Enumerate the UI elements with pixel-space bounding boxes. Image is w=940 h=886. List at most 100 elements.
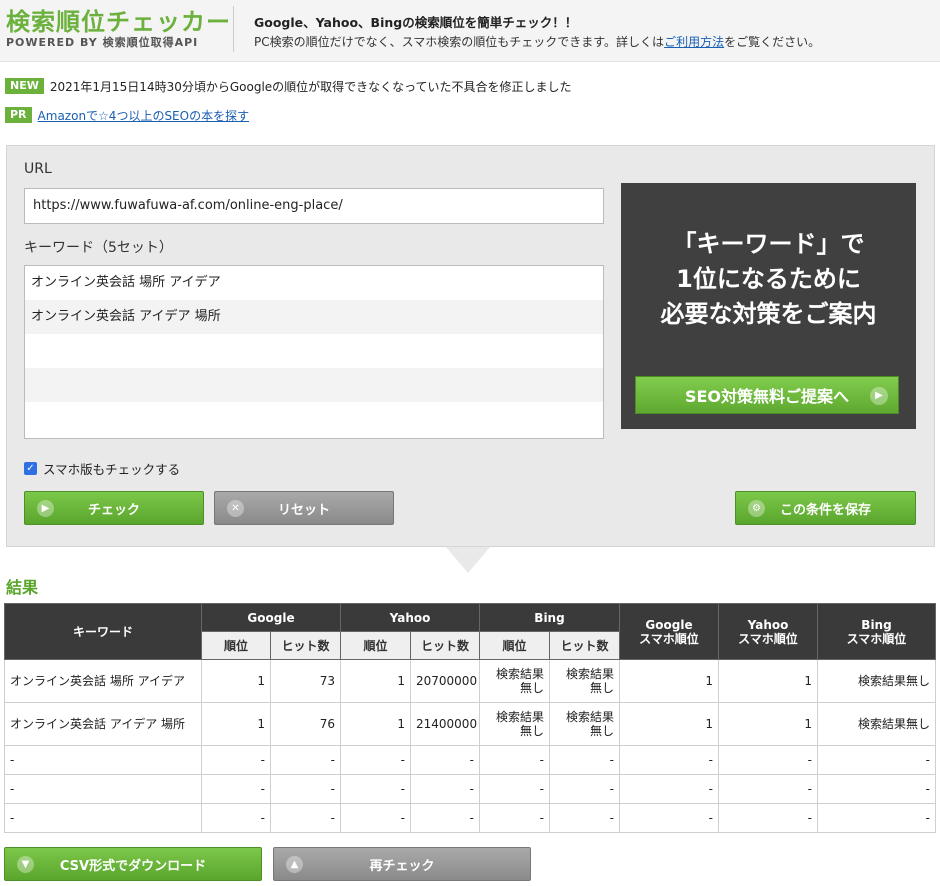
keyword-line bbox=[25, 368, 603, 402]
mobile-checkbox[interactable]: ✓ bbox=[24, 462, 37, 475]
cell-bing-mobile: - bbox=[817, 774, 936, 804]
cell-yahoo-hits: 20700000 bbox=[410, 659, 480, 703]
seo-ad-banner[interactable]: 「キーワード」で 1位になるために 必要な対策をご案内 SEO対策無料ご提案へ … bbox=[621, 183, 916, 429]
save-conditions-button[interactable]: ⚙ この条件を保存 bbox=[735, 491, 916, 525]
cell-google-rank: - bbox=[201, 745, 271, 775]
cell-yahoo-rank: - bbox=[340, 774, 411, 804]
check-form-panel: URL https://www.fuwafuwa-af.com/online-e… bbox=[6, 145, 935, 547]
cell-bing-mobile: 検索結果無し bbox=[817, 659, 936, 703]
col-header-bing: Bing bbox=[479, 603, 620, 632]
cell-yahoo-mobile: 1 bbox=[718, 659, 818, 703]
check-button-label: チェック bbox=[87, 502, 140, 518]
url-input[interactable]: https://www.fuwafuwa-af.com/online-eng-p… bbox=[24, 188, 604, 224]
cell-google-mobile: - bbox=[619, 803, 719, 833]
col-header-google-hits: ヒット数 bbox=[270, 631, 341, 660]
tagline-secondary: PC検索の順位だけでなく、スマホ検索の順位もチェックできます。詳しくはご利用方法… bbox=[254, 33, 820, 50]
col-header-text: Bing bbox=[861, 617, 892, 632]
cell-google-hits: - bbox=[270, 745, 341, 775]
cell-google-mobile: - bbox=[619, 774, 719, 804]
notice-new: NEW 2021年1月15日14時30分頃からGoogleの順位が取得できなくな… bbox=[5, 77, 572, 95]
col-header-yahoo-rank: 順位 bbox=[340, 631, 411, 660]
chevron-right-icon: ▶ bbox=[870, 387, 888, 405]
reset-button[interactable]: ✕ リセット bbox=[214, 491, 394, 525]
tagline-secondary-prefix: PC検索の順位だけでなく、スマホ検索の順位もチェックできます。詳しくは bbox=[254, 35, 665, 49]
seo-proposal-button-label: SEO対策無料ご提案へ bbox=[684, 387, 850, 406]
cell-yahoo-hits: - bbox=[410, 774, 480, 804]
tagline-secondary-suffix: をご覧ください。 bbox=[724, 35, 821, 49]
cell-google-mobile: - bbox=[619, 745, 719, 775]
gear-icon: ⚙ bbox=[748, 500, 765, 517]
col-header-text: スマホ順位 bbox=[738, 631, 798, 646]
cell-google-rank: - bbox=[201, 803, 271, 833]
cell-yahoo-hits: 21400000 bbox=[410, 702, 480, 746]
table-row: - - - - - - - - - - bbox=[4, 774, 936, 804]
cell-bing-rank: - bbox=[479, 745, 550, 775]
cell-keyword: オンライン英会話 アイデア 場所 bbox=[4, 702, 202, 746]
keyword-textarea[interactable]: オンライン英会話 場所 アイデア オンライン英会話 アイデア 場所 bbox=[24, 265, 604, 439]
mobile-check-label: スマホ版もチェックする bbox=[43, 462, 181, 477]
ad-headline: 「キーワード」で 1位になるために 必要な対策をご案内 bbox=[621, 227, 916, 332]
col-header-google-rank: 順位 bbox=[201, 631, 271, 660]
table-row: - - - - - - - - - - bbox=[4, 745, 936, 775]
table-row: - - - - - - - - - - bbox=[4, 803, 936, 833]
cell-google-hits: - bbox=[270, 803, 341, 833]
cell-bing-hits: - bbox=[549, 745, 620, 775]
cell-keyword: - bbox=[4, 803, 202, 833]
mobile-check-option[interactable]: ✓ スマホ版もチェックする bbox=[24, 459, 180, 478]
table-row: オンライン英会話 場所 アイデア 1 73 1 20700000 検索結果無し … bbox=[4, 659, 936, 703]
usage-guide-link[interactable]: ご利用方法 bbox=[664, 35, 724, 49]
cell-google-mobile: 1 bbox=[619, 659, 719, 703]
download-icon: ▼ bbox=[17, 856, 34, 873]
cell-bing-rank: 検索結果無し bbox=[479, 659, 550, 703]
cell-yahoo-mobile: - bbox=[718, 745, 818, 775]
site-logo-subtitle: POWERED BY 検索順位取得API bbox=[6, 36, 199, 49]
recheck-button[interactable]: ▲ 再チェック bbox=[273, 847, 531, 881]
site-logo[interactable]: 検索順位チェッカー bbox=[6, 2, 231, 37]
cell-google-hits: - bbox=[270, 774, 341, 804]
cell-bing-mobile: 検索結果無し bbox=[817, 702, 936, 746]
csv-download-button[interactable]: ▼ CSV形式でダウンロード bbox=[4, 847, 262, 881]
tagline-primary: Google、Yahoo、Bingの検索順位を簡単チェック！！ bbox=[254, 15, 578, 30]
cell-google-rank: 1 bbox=[201, 702, 271, 746]
ad-line: 必要な対策をご案内 bbox=[660, 300, 877, 328]
cell-yahoo-mobile: 1 bbox=[718, 702, 818, 746]
upload-icon: ▲ bbox=[286, 856, 303, 873]
ad-line: 「キーワード」で bbox=[672, 230, 865, 258]
cell-bing-mobile: - bbox=[817, 745, 936, 775]
pr-badge: PR bbox=[5, 107, 32, 123]
cell-bing-hits: 検索結果無し bbox=[549, 659, 620, 703]
cell-bing-hits: - bbox=[549, 803, 620, 833]
reset-button-label: リセット bbox=[277, 502, 330, 518]
notice-new-text: 2021年1月15日14時30分頃からGoogleの順位が取得できなくなっていた… bbox=[49, 79, 572, 94]
cell-bing-rank: - bbox=[479, 803, 550, 833]
cell-bing-rank: - bbox=[479, 774, 550, 804]
keyword-line bbox=[25, 402, 603, 436]
col-header-text: スマホ順位 bbox=[639, 631, 699, 646]
keyword-line: オンライン英会話 場所 アイデア bbox=[31, 275, 221, 290]
cell-google-mobile: 1 bbox=[619, 702, 719, 746]
col-header-google: Google bbox=[201, 603, 341, 632]
panel-pointer bbox=[446, 547, 490, 573]
col-header-yahoo-mobile: Yahoo スマホ順位 bbox=[718, 603, 818, 660]
cell-yahoo-hits: - bbox=[410, 745, 480, 775]
amazon-seo-books-link[interactable]: Amazonで☆4つ以上のSEOの本を探す bbox=[38, 107, 250, 124]
seo-proposal-button[interactable]: SEO対策無料ご提案へ ▶ bbox=[635, 376, 899, 414]
check-button[interactable]: ▶ チェック bbox=[24, 491, 204, 525]
cell-yahoo-mobile: - bbox=[718, 774, 818, 804]
site-header: 検索順位チェッカー POWERED BY 検索順位取得API Google、Ya… bbox=[0, 0, 940, 62]
col-header-text: スマホ順位 bbox=[846, 631, 907, 646]
results-title: 結果 bbox=[6, 578, 39, 597]
cell-bing-hits: 検索結果無し bbox=[549, 702, 620, 746]
recheck-label: 再チェック bbox=[369, 858, 435, 874]
save-button-label: この条件を保存 bbox=[779, 502, 871, 518]
col-header-bing-rank: 順位 bbox=[479, 631, 550, 660]
csv-download-label: CSV形式でダウンロード bbox=[59, 858, 207, 874]
col-header-google-mobile: Google スマホ順位 bbox=[619, 603, 719, 660]
col-header-text: Google bbox=[645, 617, 693, 632]
cell-yahoo-rank: 1 bbox=[340, 702, 411, 746]
cell-bing-hits: - bbox=[549, 774, 620, 804]
cell-google-rank: 1 bbox=[201, 659, 271, 703]
cell-bing-rank: 検索結果無し bbox=[479, 702, 550, 746]
cell-yahoo-rank: - bbox=[340, 803, 411, 833]
col-header-bing-mobile: Bing スマホ順位 bbox=[817, 603, 936, 660]
